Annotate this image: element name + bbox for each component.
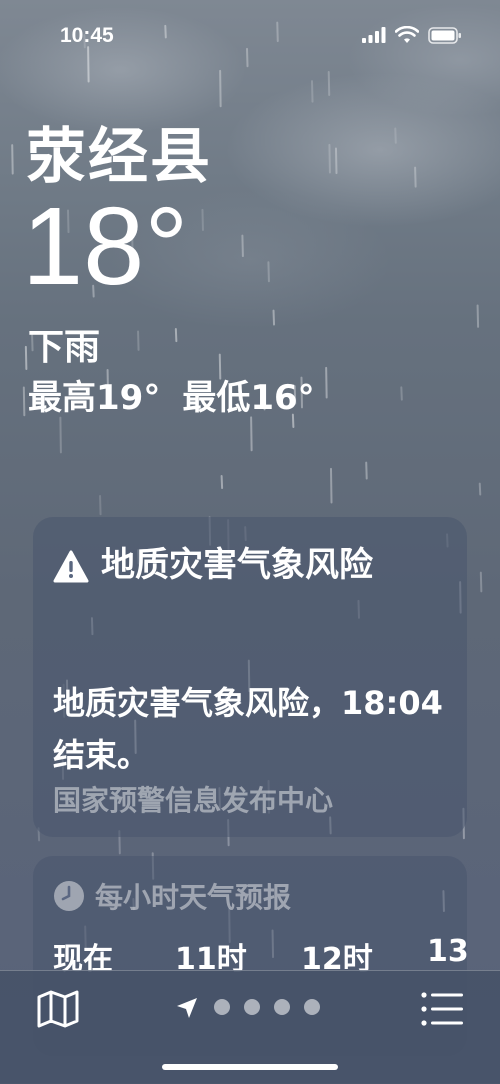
low-temperature: 最低16° <box>182 378 315 418</box>
rain-streak <box>59 416 62 454</box>
weather-condition: 下雨 <box>28 327 101 368</box>
clock-icon <box>54 881 84 911</box>
alert-description: 地质灾害气象风险，18:04 结束。 <box>53 684 443 774</box>
rain-streak <box>174 328 178 343</box>
status-icons <box>362 26 462 44</box>
high-low-temperature: 最高19° 最低16° <box>28 370 315 419</box>
rain-streak <box>479 571 483 593</box>
rain-streak <box>325 366 328 399</box>
status-time: 10:45 <box>60 24 114 47</box>
rain-streak <box>99 495 102 516</box>
high-temperature: 最高19° <box>28 378 161 418</box>
current-temperature: 18° <box>22 185 189 308</box>
hourly-header: 每小时天气预报 <box>53 876 291 916</box>
battery-icon <box>428 26 461 44</box>
page-dot[interactable] <box>304 999 320 1015</box>
city-name: 荥经县 <box>26 122 212 192</box>
rain-streak <box>250 416 253 452</box>
rain-streak <box>137 330 140 351</box>
status-bar: 10:45 <box>0 0 500 74</box>
page-indicator[interactable] <box>214 999 320 1015</box>
rain-streak <box>22 386 26 417</box>
map-icon[interactable] <box>36 989 80 1029</box>
cellular-signal-icon <box>362 27 386 43</box>
rain-streak <box>24 345 28 371</box>
warning-triangle-icon <box>53 550 89 583</box>
rain-streak <box>220 474 224 490</box>
bottom-toolbar <box>0 970 500 1084</box>
list-icon[interactable] <box>420 989 464 1029</box>
location-arrow-icon[interactable] <box>176 997 198 1019</box>
alert-title: 地质灾害气象风险 <box>101 545 373 585</box>
alert-source: 国家预警信息发布中心 <box>53 784 334 817</box>
rain-streak <box>330 467 333 504</box>
home-indicator[interactable] <box>162 1064 338 1070</box>
hour-label: 13 <box>427 934 469 969</box>
weather-alert-card[interactable]: 地质灾害气象风险 地质灾害气象风险，18:04 结束。 国家预警信息发布中心 <box>33 517 467 837</box>
page-dot[interactable] <box>274 999 290 1015</box>
page-dot[interactable] <box>244 999 260 1015</box>
alert-header: 地质灾害气象风险 <box>53 545 453 593</box>
rain-streak <box>365 461 368 480</box>
rain-streak <box>478 482 482 496</box>
wifi-icon <box>395 26 419 43</box>
page-dot[interactable] <box>214 999 230 1015</box>
rain-streak <box>400 386 403 401</box>
hourly-title: 每小时天气预报 <box>95 881 292 914</box>
